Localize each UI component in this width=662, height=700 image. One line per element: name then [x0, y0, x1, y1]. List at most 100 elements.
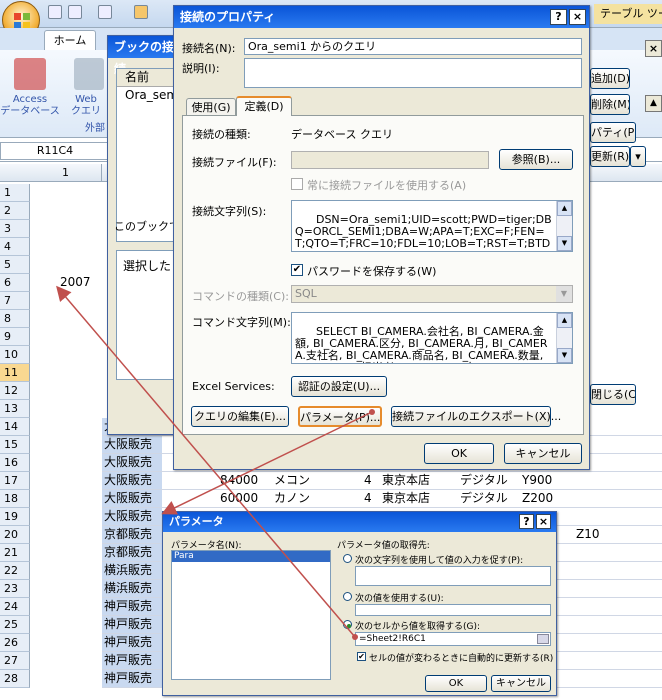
macro-icon[interactable]: [134, 5, 148, 19]
param-list[interactable]: Para: [171, 550, 331, 680]
row-header[interactable]: 23: [0, 580, 30, 598]
help-icon[interactable]: ?: [550, 9, 567, 25]
row-header[interactable]: 8: [0, 310, 30, 328]
row-header[interactable]: 20: [0, 526, 30, 544]
row-header[interactable]: 16: [0, 454, 30, 472]
command-type-select[interactable]: SQL: [291, 285, 573, 303]
cell-a[interactable]: 京都販売: [102, 544, 162, 561]
cell-d[interactable]: 4: [364, 490, 372, 507]
refresh-dropdown-icon[interactable]: ▾: [630, 146, 646, 167]
cell-a[interactable]: 横浜販売: [102, 580, 162, 597]
ok-button[interactable]: OK: [424, 443, 494, 464]
cell-g[interactable]: Y900: [522, 472, 552, 489]
scroll-up-icon[interactable]: ▲: [557, 201, 572, 216]
connection-file-input[interactable]: [291, 151, 489, 169]
tab-home[interactable]: ホーム: [44, 30, 96, 50]
close-icon[interactable]: ×: [536, 514, 551, 529]
constant-input[interactable]: [355, 604, 551, 616]
cell-b[interactable]: 60000: [220, 490, 258, 507]
cell-a[interactable]: 京都販売: [102, 526, 162, 543]
edit-query-button[interactable]: クエリの編集(E)...: [191, 406, 289, 427]
cell-f[interactable]: デジタル: [460, 472, 508, 489]
row-header[interactable]: 26: [0, 634, 30, 652]
table-row[interactable]: 大阪販売 84000 メコン 4 東京本店 デジタル Y900: [102, 472, 662, 490]
add-button[interactable]: 追加(D)...: [590, 68, 630, 89]
row-header[interactable]: 28: [0, 670, 30, 688]
undo-icon[interactable]: [68, 5, 82, 19]
refresh-button[interactable]: 更新(R): [590, 146, 630, 167]
cell-e[interactable]: 東京本店: [382, 472, 430, 489]
command-text-input[interactable]: SELECT BI_CAMERA.会社名, BI_CAMERA.金額, BI_C…: [291, 312, 573, 364]
row-header[interactable]: 25: [0, 616, 30, 634]
auto-refresh-checkbox[interactable]: ✔: [357, 652, 366, 661]
row-header[interactable]: 3: [0, 220, 30, 238]
properties-button[interactable]: パティ(P)...: [590, 122, 636, 143]
connection-name-input[interactable]: Ora_semi1 からのクエリ: [244, 38, 582, 55]
cell-a[interactable]: 大阪販売: [102, 472, 162, 489]
cell-a[interactable]: 神戸販売: [102, 598, 162, 615]
cell-a[interactable]: 神戸販売: [102, 616, 162, 633]
row-header[interactable]: 17: [0, 472, 30, 490]
browse-button[interactable]: 参照(B)...: [499, 149, 573, 170]
param-ok-button[interactable]: OK: [425, 675, 487, 692]
prompt-radio[interactable]: [343, 554, 352, 563]
save-icon[interactable]: [48, 5, 62, 19]
cell-d[interactable]: 4: [364, 472, 372, 489]
auth-settings-button[interactable]: 認証の設定(U)...: [291, 376, 387, 397]
row-header[interactable]: 15: [0, 436, 30, 454]
cmdtext-scrollbar[interactable]: ▲ ▼: [556, 313, 572, 363]
row-header[interactable]: 4: [0, 238, 30, 256]
cell-a[interactable]: 神戸販売: [102, 634, 162, 651]
row-header[interactable]: 24: [0, 598, 30, 616]
table-tools-tab[interactable]: テーブル ツー: [594, 4, 662, 24]
row-header[interactable]: 27: [0, 652, 30, 670]
row-header[interactable]: 22: [0, 562, 30, 580]
cell-b[interactable]: 84000: [220, 472, 258, 489]
prompt-input[interactable]: [355, 566, 551, 586]
constant-radio[interactable]: [343, 592, 352, 601]
row-header[interactable]: 7: [0, 292, 30, 310]
table-row[interactable]: 大阪販売 60000 カノン 4 東京本店 デジタル Z200: [102, 490, 662, 508]
save-password-checkbox[interactable]: ✔: [291, 264, 303, 276]
row-header[interactable]: 10: [0, 346, 30, 364]
name-box[interactable]: R11C4: [0, 142, 110, 160]
cell-h[interactable]: Z10: [576, 526, 600, 543]
param-list-item[interactable]: Para: [172, 551, 330, 562]
row-header[interactable]: 18: [0, 490, 30, 508]
row-header[interactable]: 9: [0, 328, 30, 346]
row-header[interactable]: 5: [0, 256, 30, 274]
cell-a[interactable]: 大阪販売: [102, 436, 162, 453]
cell-select-icon[interactable]: [537, 634, 549, 644]
cancel-button[interactable]: キャンセル: [504, 443, 582, 464]
row-header[interactable]: 1: [0, 184, 30, 202]
cell-f[interactable]: デジタル: [460, 490, 508, 507]
parameters-button[interactable]: パラメータ(P)...: [298, 406, 382, 427]
row-header[interactable]: 19: [0, 508, 30, 526]
column-1-header[interactable]: 1: [30, 164, 102, 182]
cell-radio[interactable]: [343, 620, 352, 629]
cell-a[interactable]: 大阪販売: [102, 454, 162, 471]
cell-2007[interactable]: 2007: [60, 275, 91, 289]
row-header[interactable]: 6: [0, 274, 30, 292]
cell-a[interactable]: 大阪販売: [102, 490, 162, 507]
row-header[interactable]: 2: [0, 202, 30, 220]
scroll-up-icon[interactable]: ▲: [557, 313, 572, 328]
cell-c[interactable]: カノン: [274, 490, 310, 507]
close-icon[interactable]: ×: [569, 9, 586, 25]
row-header[interactable]: 13: [0, 400, 30, 418]
cell-a[interactable]: 横浜販売: [102, 562, 162, 579]
tab-definition[interactable]: 定義(D): [236, 96, 292, 116]
close-icon[interactable]: ×: [645, 40, 662, 57]
cell-a[interactable]: 大阪販売: [102, 508, 162, 525]
cell-a[interactable]: 神戸販売: [102, 670, 162, 687]
cell-ref-input[interactable]: =Sheet2!R6C1: [355, 632, 551, 646]
row-header[interactable]: 11: [0, 364, 30, 382]
scroll-icon[interactable]: ▲: [645, 95, 662, 112]
scroll-down-icon[interactable]: ▼: [557, 236, 572, 251]
param-cancel-button[interactable]: キャンセル: [491, 675, 551, 692]
description-input[interactable]: [244, 58, 582, 88]
scroll-down-icon[interactable]: ▼: [557, 348, 572, 363]
close-button[interactable]: 閉じる(C): [590, 384, 636, 405]
cell-g[interactable]: Z200: [522, 490, 553, 507]
cell-a[interactable]: 神戸販売: [102, 652, 162, 669]
